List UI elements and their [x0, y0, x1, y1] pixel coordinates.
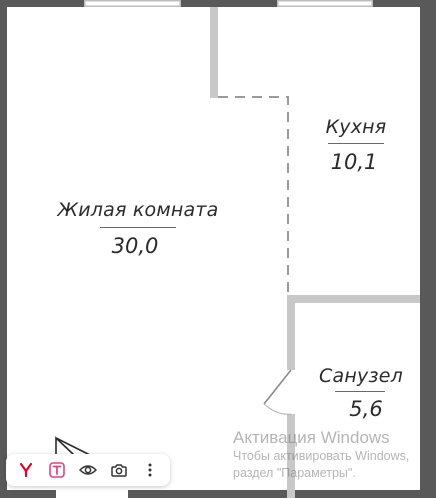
living-room-area-rule: [100, 227, 176, 228]
bathroom-wall-left-upper: [287, 295, 295, 370]
floor-plan-viewer: Жилая комната 30,0 Кухня 10,1 Санузел 5,…: [0, 0, 436, 498]
view-button[interactable]: [74, 457, 102, 483]
bathroom-wall-top: [287, 295, 420, 303]
bottom-wall-left: [0, 490, 56, 498]
bathroom-name: Санузел: [319, 365, 403, 387]
living-room-area: 30,0: [111, 234, 159, 258]
window-top-right: [277, 0, 373, 7]
kitchen-area: 10,1: [330, 150, 378, 174]
outer-wall-right: [420, 0, 436, 498]
translate-button[interactable]: [43, 457, 71, 483]
more-button[interactable]: [136, 457, 164, 483]
image-search-button[interactable]: [105, 457, 133, 483]
bathroom-wall-left-lower: [287, 414, 295, 498]
yandex-button[interactable]: [12, 457, 40, 483]
eye-icon: [78, 465, 97, 475]
kitchen-area-rule: [328, 143, 384, 144]
window-top-left: [84, 0, 181, 7]
bathroom-door-arc: [263, 403, 292, 415]
floor-plan: [0, 0, 436, 498]
bathroom-door: [263, 369, 292, 405]
bottom-wall-right: [128, 490, 287, 498]
bathroom-area-rule: [335, 391, 385, 392]
kitchen-name: Кухня: [325, 116, 387, 138]
translate-icon: [48, 462, 65, 478]
image-toolbar: [6, 454, 170, 486]
living-room-name: Жилая комната: [57, 199, 219, 221]
bottom-wall-bath: [295, 490, 420, 498]
more-icon: [148, 463, 152, 477]
zone-boundary-dashed: [218, 96, 289, 297]
entrance-opening: [56, 490, 128, 498]
partition-living-kitchen: [210, 7, 218, 98]
bathroom-area: 5,6: [349, 397, 383, 421]
yandex-icon: [19, 462, 32, 478]
outer-wall-left: [0, 0, 7, 498]
camera-search-icon: [111, 464, 127, 477]
